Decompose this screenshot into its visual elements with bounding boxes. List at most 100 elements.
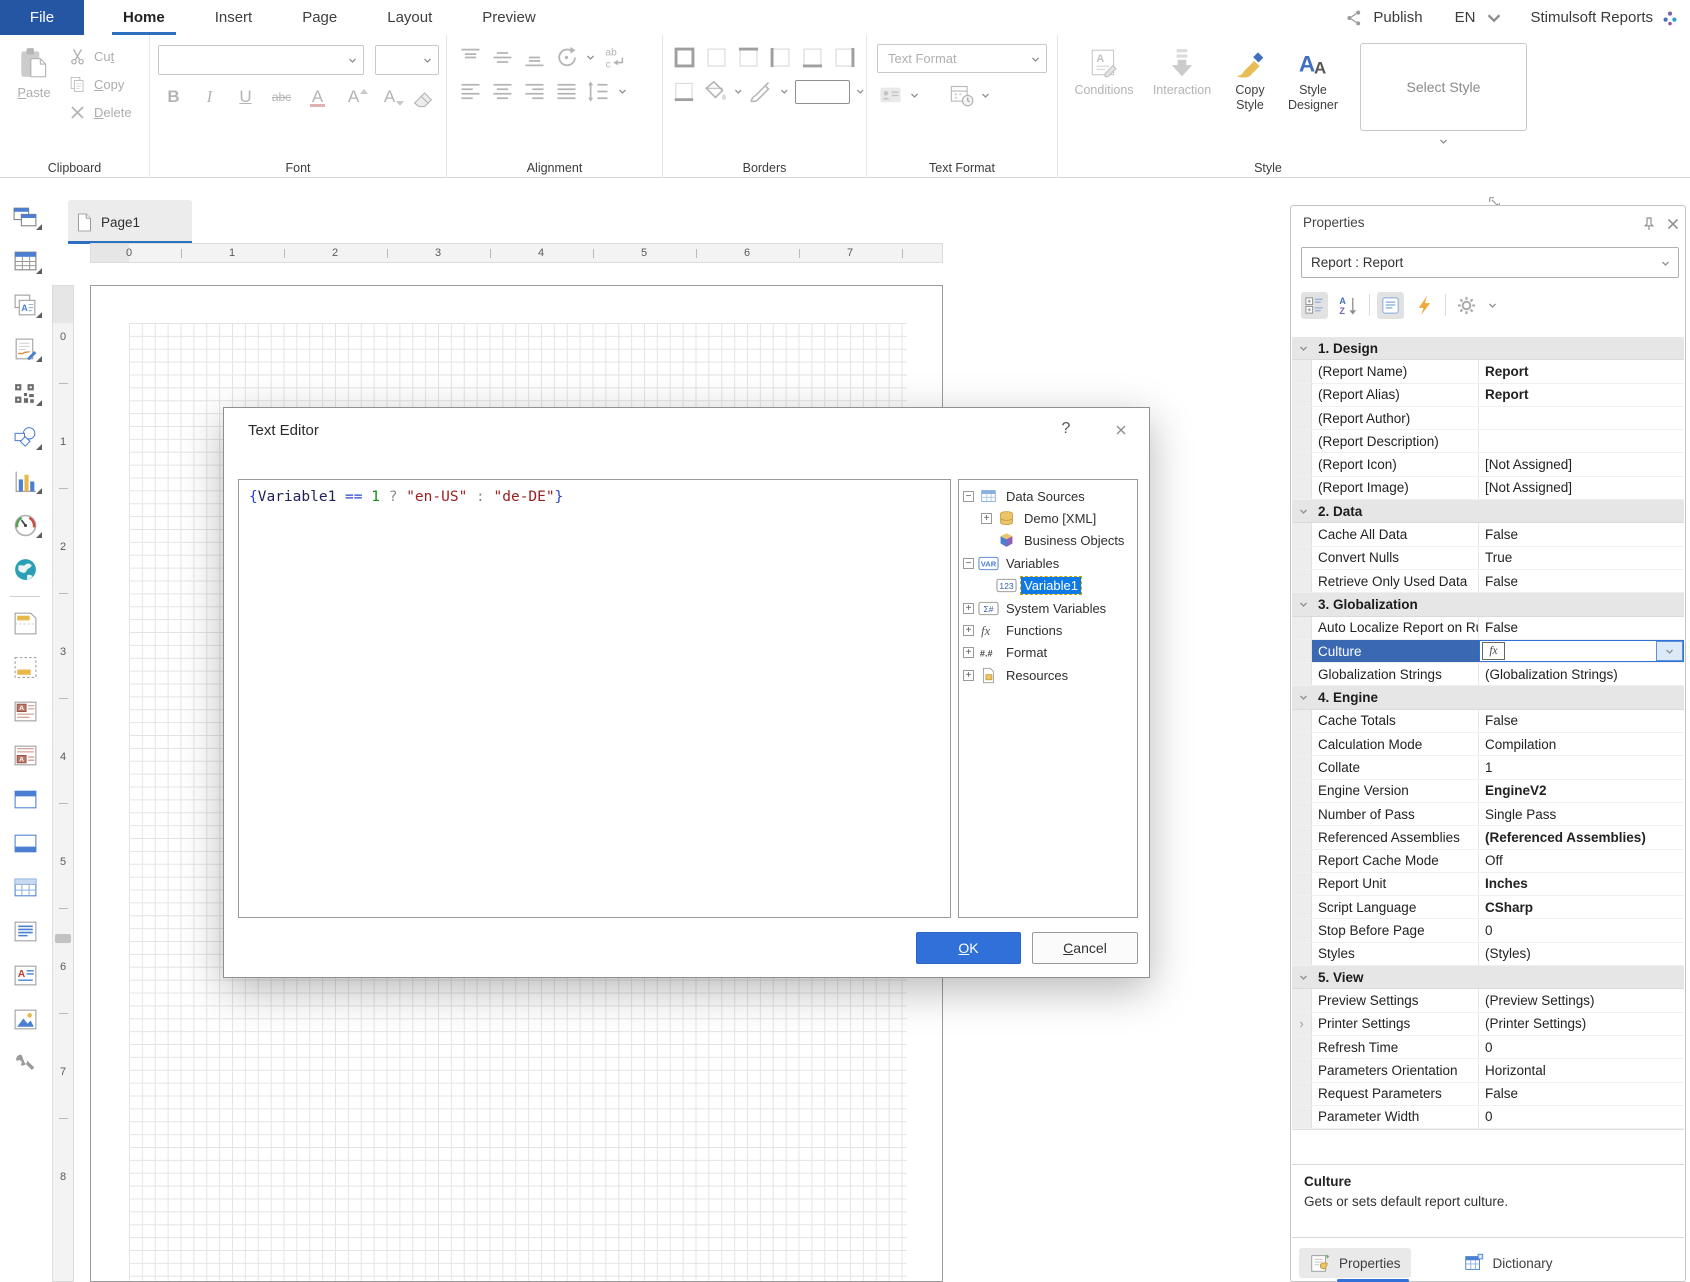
page-header-band-tool[interactable]: [5, 611, 45, 636]
border-bottom-icon[interactable]: [671, 78, 697, 105]
property-auto-localize-report-on-run[interactable]: Auto Localize Report on RunFalse: [1292, 617, 1684, 640]
section-5-view[interactable]: 5. View: [1292, 966, 1684, 989]
tree-item-variable1[interactable]: 123Variable1: [959, 575, 1137, 597]
property-culture[interactable]: Culturefx: [1292, 640, 1684, 663]
collapse-icon[interactable]: −: [963, 491, 974, 502]
paste-button[interactable]: Paste: [10, 45, 58, 122]
property-report-alias[interactable]: (Report Alias)Report: [1292, 384, 1684, 407]
border-style-selector[interactable]: [795, 80, 851, 104]
property-script-language[interactable]: Script LanguageCSharp: [1292, 896, 1684, 919]
property-report-icon[interactable]: (Report Icon)[Not Assigned]: [1292, 453, 1684, 476]
tree-item-data-sources[interactable]: −Data Sources: [959, 485, 1137, 507]
header-band-tool[interactable]: [5, 787, 45, 812]
publish-button[interactable]: Publish: [1373, 9, 1422, 26]
language-selector[interactable]: EN: [1455, 9, 1476, 26]
cut-button[interactable]: Cut: [68, 47, 132, 66]
line-spacing-icon[interactable]: [585, 78, 612, 105]
panel-tab-dictionary[interactable]: Dictionary: [1453, 1248, 1563, 1278]
grow-font-button[interactable]: A: [338, 83, 369, 111]
chevron-down-icon[interactable]: [855, 86, 866, 97]
chevron-down-icon[interactable]: [1484, 8, 1504, 28]
menu-tab-layout[interactable]: Layout: [362, 0, 457, 35]
property-request-parameters[interactable]: Request ParametersFalse: [1292, 1083, 1684, 1106]
page-tab[interactable]: Page1: [68, 200, 192, 244]
property-preview-settings[interactable]: Preview Settings(Preview Settings): [1292, 989, 1684, 1012]
align-left-icon[interactable]: [457, 78, 484, 105]
menu-tab-home[interactable]: Home: [98, 0, 190, 35]
rich-text-tool[interactable]: A: [5, 963, 45, 988]
section-2-data[interactable]: 2. Data: [1292, 500, 1684, 523]
copy-button[interactable]: Copy: [68, 75, 132, 94]
close-button[interactable]: [1110, 419, 1132, 441]
text-tool[interactable]: A: [5, 293, 45, 318]
tree-item-resources[interactable]: +Resources: [959, 664, 1137, 686]
rotate-text-icon[interactable]: [553, 44, 580, 71]
property-report-description[interactable]: (Report Description): [1292, 430, 1684, 453]
shape-tool[interactable]: [5, 425, 45, 450]
border-bottom-icon[interactable]: [799, 44, 826, 71]
fill-color-icon[interactable]: [702, 78, 728, 105]
pin-icon[interactable]: [1641, 216, 1657, 232]
font-name-combobox[interactable]: [158, 45, 364, 75]
expand-icon[interactable]: +: [963, 603, 974, 614]
property-report-author[interactable]: (Report Author): [1292, 407, 1684, 430]
tree-item-functions[interactable]: +fxFunctions: [959, 619, 1137, 641]
page-footer-band-tool[interactable]: [5, 655, 45, 680]
expression-editor[interactable]: {Variable1 == 1 ? "en-US" : "de-DE"}: [238, 479, 951, 918]
border-all-icon[interactable]: [671, 44, 698, 71]
text-format-combobox[interactable]: Text Format: [877, 44, 1047, 73]
property-value[interactable]: fx: [1479, 640, 1684, 662]
chevron-down-icon[interactable]: [733, 86, 744, 97]
property-report-name[interactable]: (Report Name)Report: [1292, 360, 1684, 383]
align-bottom-icon[interactable]: [521, 44, 548, 71]
barcode-tool[interactable]: [5, 381, 45, 406]
property-refresh-time[interactable]: Refresh Time0: [1292, 1036, 1684, 1059]
copy-style-button[interactable]: Copy Style: [1222, 43, 1278, 113]
menu-tab-page[interactable]: Page: [277, 0, 362, 35]
select-style-box[interactable]: Select Style: [1360, 43, 1527, 131]
property-cache-totals[interactable]: Cache TotalsFalse: [1292, 710, 1684, 733]
share-icon[interactable]: [1344, 8, 1364, 28]
underline-button[interactable]: U: [230, 83, 261, 111]
report-summary-band-tool[interactable]: A: [5, 743, 45, 768]
tree-item-demo-xml[interactable]: +Demo [XML]: [959, 507, 1137, 529]
font-size-combobox[interactable]: [375, 45, 439, 75]
clear-format-icon[interactable]: [410, 84, 437, 111]
word-wrap-icon[interactable]: abc: [601, 44, 628, 71]
chart-tool[interactable]: [5, 469, 45, 494]
image-band-tool[interactable]: [5, 1007, 45, 1032]
interaction-button[interactable]: Interaction: [1142, 43, 1222, 98]
panel-tab-properties[interactable]: Properties: [1299, 1248, 1411, 1278]
shrink-font-button[interactable]: A: [374, 83, 405, 111]
tree-item-business-objects[interactable]: Business Objects: [959, 530, 1137, 552]
ok-button[interactable]: OK: [916, 932, 1021, 964]
footer-band-tool[interactable]: [5, 831, 45, 856]
property-convert-nulls[interactable]: Convert NullsTrue: [1292, 547, 1684, 570]
ruler-handle[interactable]: [55, 934, 71, 943]
border-top-icon[interactable]: [735, 44, 762, 71]
property-report-image[interactable]: (Report Image)[Not Assigned]: [1292, 477, 1684, 500]
align-top-icon[interactable]: [457, 44, 484, 71]
expand-icon[interactable]: +: [963, 670, 974, 681]
property-globalization-strings[interactable]: Globalization Strings(Globalization Stri…: [1292, 663, 1684, 686]
style-designer-button[interactable]: AA Style Designer: [1278, 43, 1348, 113]
expand-icon[interactable]: +: [963, 625, 974, 636]
property-cache-all-data[interactable]: Cache All DataFalse: [1292, 523, 1684, 546]
property-parameter-width[interactable]: Parameter Width0: [1292, 1106, 1684, 1129]
border-right-icon[interactable]: [831, 44, 858, 71]
sort-alphabetical-button[interactable]: AZ: [1335, 292, 1362, 319]
settings-button[interactable]: [1453, 292, 1480, 319]
section-4-engine[interactable]: 4. Engine: [1292, 686, 1684, 709]
chevron-down-icon[interactable]: [585, 52, 596, 63]
signature-tool[interactable]: [5, 337, 45, 362]
table-tool[interactable]: [5, 249, 45, 274]
chevron-down-icon[interactable]: [617, 86, 628, 97]
format-datetime-icon[interactable]: [948, 82, 975, 109]
tools-tool[interactable]: [5, 1051, 45, 1076]
gauge-tool[interactable]: [5, 513, 45, 538]
border-left-icon[interactable]: [767, 44, 794, 71]
property-styles[interactable]: Styles(Styles): [1292, 943, 1684, 966]
property-number-of-pass[interactable]: Number of PassSingle Pass: [1292, 803, 1684, 826]
horizontal-ruler[interactable]: 01234567: [90, 243, 943, 263]
property-retrieve-only-used-data[interactable]: Retrieve Only Used DataFalse: [1292, 570, 1684, 593]
